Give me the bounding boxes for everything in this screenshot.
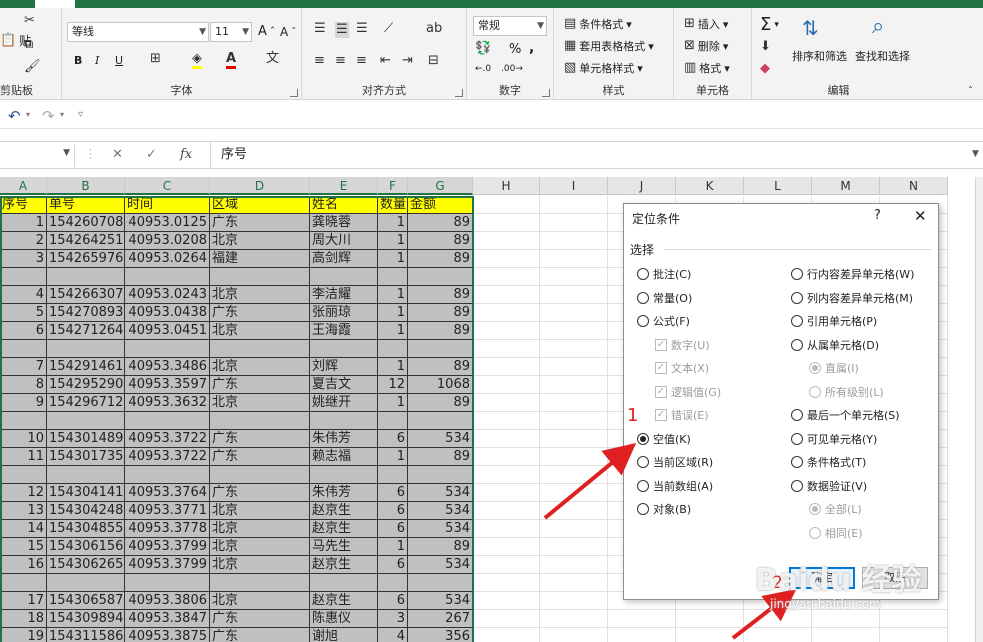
annotation-arrows (543, 442, 797, 640)
baidu-watermark: Baidu 经验 (755, 563, 922, 598)
arrow-icon (543, 442, 637, 520)
baidu-watermark-url: jingyan.baidu.com (770, 597, 881, 611)
